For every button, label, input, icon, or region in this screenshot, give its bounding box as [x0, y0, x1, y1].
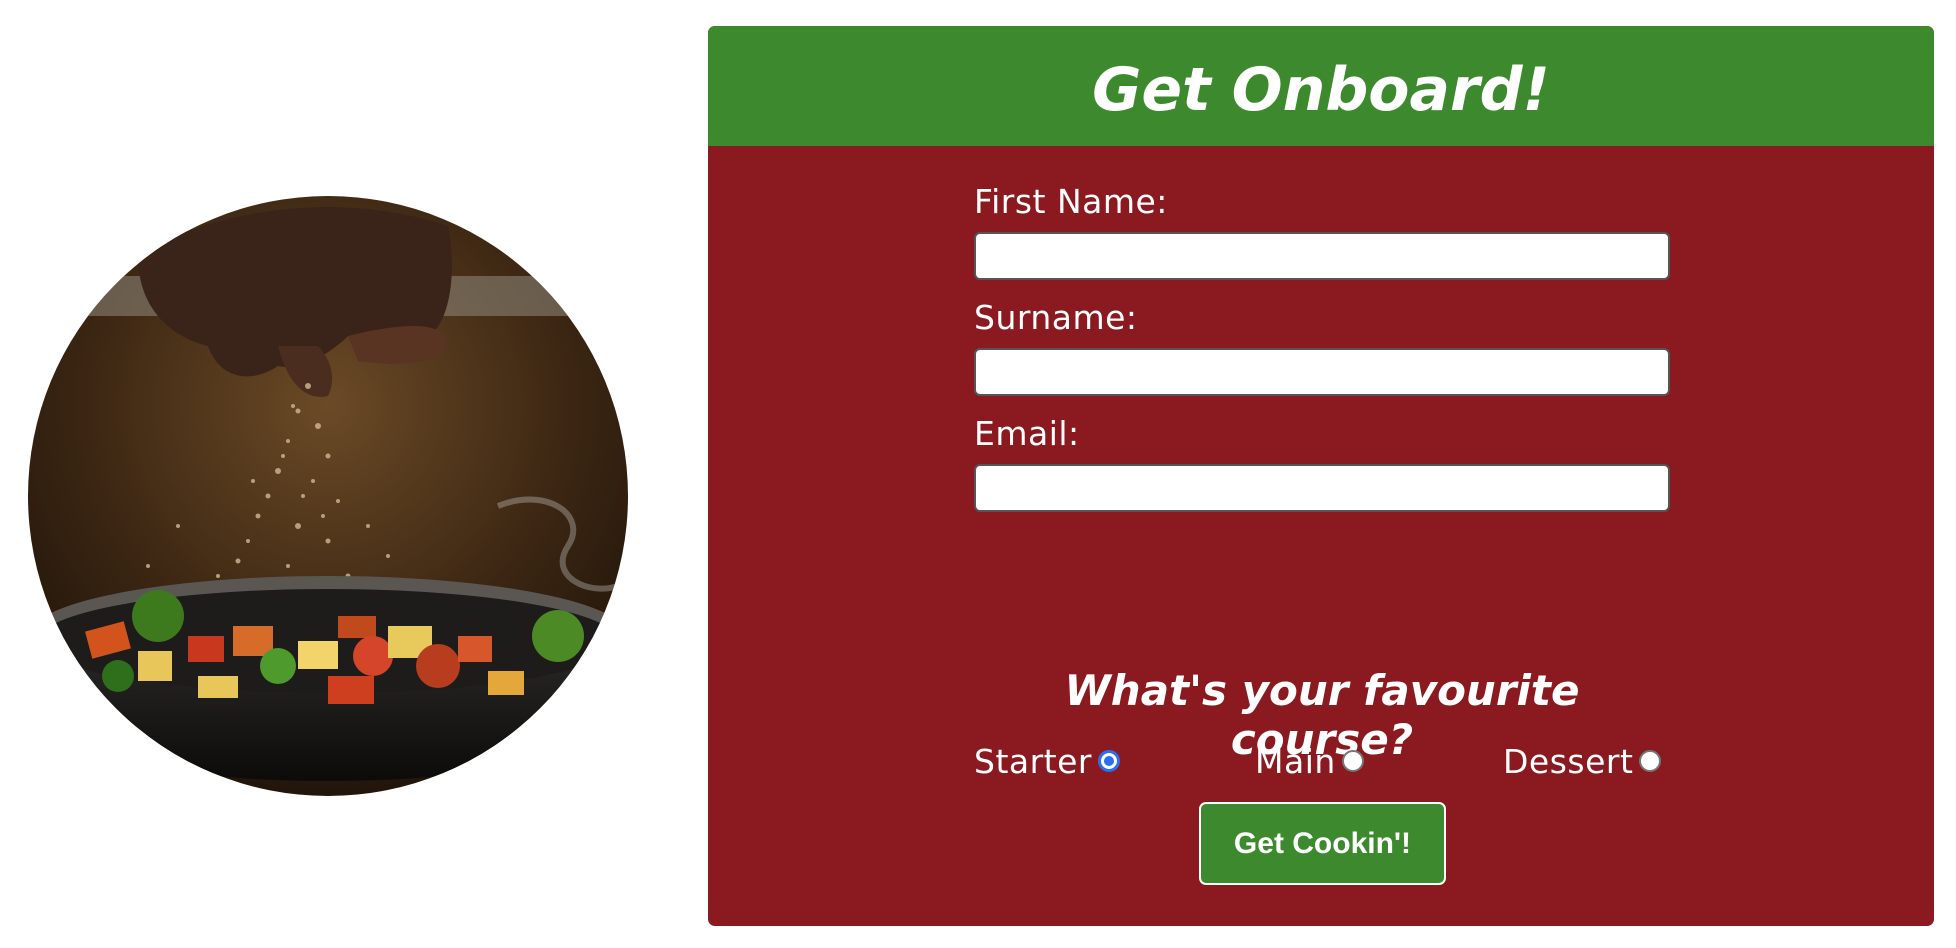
- course-option-label: Starter: [974, 741, 1092, 781]
- first-name-label: First Name:: [974, 182, 1168, 221]
- radio-button-dessert[interactable]: [1639, 750, 1662, 772]
- form-title: Get Onboard!: [1092, 55, 1550, 125]
- first-name-field: First Name:: [974, 182, 1670, 280]
- email-field: Email:: [974, 414, 1670, 512]
- course-option-label: Dessert: [1503, 741, 1634, 781]
- radio-button-starter[interactable]: [1098, 750, 1120, 772]
- course-option-starter[interactable]: Starter: [974, 736, 1120, 786]
- course-radio-group: Starter Main Dessert: [974, 736, 1670, 786]
- surname-input[interactable]: [974, 348, 1670, 396]
- cooking-photo: [28, 196, 628, 796]
- first-name-input[interactable]: [974, 232, 1670, 280]
- course-option-main[interactable]: Main: [1255, 736, 1364, 786]
- surname-label: Surname:: [974, 298, 1138, 337]
- page: Get Onboard! First Name: Surname: Email:…: [0, 0, 1956, 948]
- cooking-pan-photo-icon: [28, 196, 628, 796]
- submit-button[interactable]: Get Cookin'!: [1199, 802, 1446, 885]
- surname-field: Surname:: [974, 298, 1670, 396]
- radio-button-main[interactable]: [1341, 750, 1364, 772]
- email-input[interactable]: [974, 464, 1670, 512]
- form-header: Get Onboard!: [708, 26, 1934, 146]
- email-label: Email:: [974, 414, 1080, 453]
- signup-form: Get Onboard! First Name: Surname: Email:…: [708, 26, 1934, 926]
- course-option-dessert[interactable]: Dessert: [1503, 736, 1662, 786]
- course-option-label: Main: [1255, 741, 1336, 781]
